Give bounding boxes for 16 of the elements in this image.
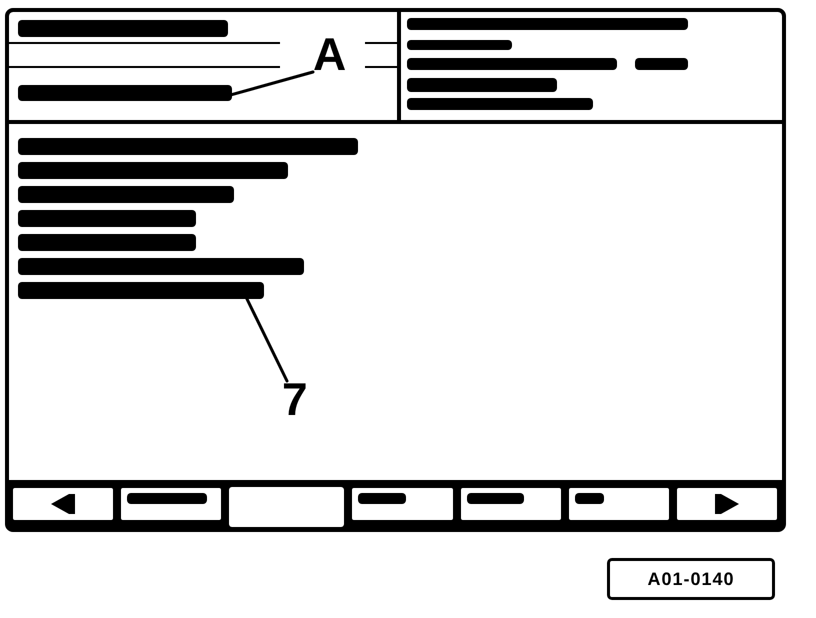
arrow-left-icon (51, 494, 76, 514)
empty-field (365, 42, 397, 68)
softkey-button[interactable] (13, 488, 114, 520)
softkey-button[interactable] (352, 488, 453, 520)
callout-label: 7 (282, 381, 308, 417)
softkey-button[interactable] (568, 488, 669, 520)
redacted-text-bar (635, 58, 688, 70)
figure-number-label: A01-0140 (607, 558, 775, 600)
redacted-text-bar (574, 493, 604, 504)
redacted-text-bar (358, 493, 406, 504)
softkey-button[interactable] (676, 488, 777, 520)
softkey-button[interactable] (121, 488, 222, 520)
softkey-button[interactable] (460, 488, 561, 520)
redacted-text-bar (466, 493, 524, 504)
arrow-right-icon (714, 494, 739, 514)
callout-label: A (313, 36, 346, 72)
